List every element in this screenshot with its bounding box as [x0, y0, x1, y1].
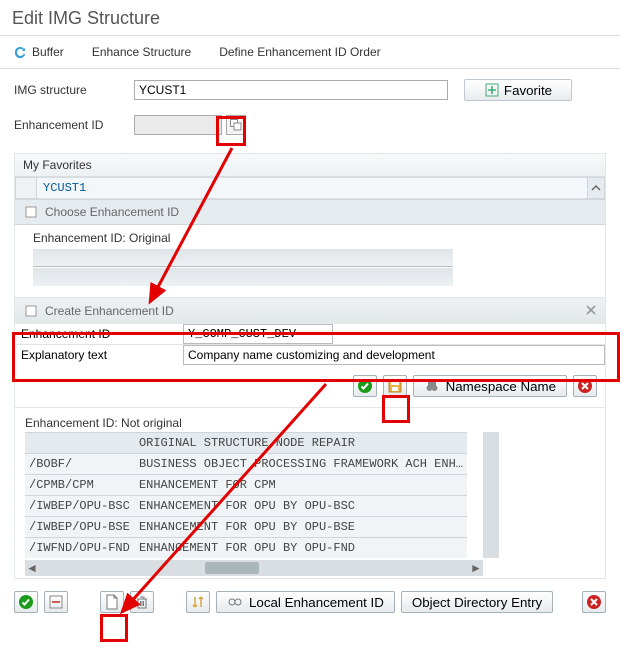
define-enh-order-label: Define Enhancement ID Order [219, 45, 380, 59]
buffer-label: Buffer [32, 45, 64, 59]
not-original-title: Enhancement ID: Not original [25, 416, 595, 430]
favorite-button-label: Favorite [504, 83, 552, 98]
confirm-button[interactable] [14, 591, 38, 613]
sort-button[interactable] [186, 591, 210, 613]
enhancement-id-valuehelp-button[interactable] [226, 115, 246, 135]
define-enh-order-button[interactable]: Define Enhancement ID Order [219, 45, 380, 59]
table-row[interactable]: /IWBEP/OPU-BSEENHANCEMENT FOR OPU BY OPU… [25, 517, 467, 538]
delete-button[interactable] [130, 591, 154, 613]
create-expl-label: Explanatory text [15, 345, 183, 365]
namespace-name-label: Namespace Name [446, 379, 556, 394]
save-button[interactable] [383, 375, 407, 397]
favorite-checkbox[interactable] [15, 177, 37, 199]
favorite-add-icon [484, 82, 500, 98]
valuehelp-icon [228, 117, 244, 133]
create-enh-title: Create Enhancement ID [45, 304, 174, 318]
favorite-expand-button[interactable] [587, 177, 605, 199]
main-toolbar: Buffer Enhance Structure Define Enhancem… [0, 38, 620, 66]
enhancement-id-input[interactable] [134, 115, 222, 135]
remove-favorite-button[interactable] [44, 591, 68, 613]
cancel-icon [577, 378, 593, 394]
accept-button[interactable] [353, 375, 377, 397]
object-directory-button[interactable]: Object Directory Entry [401, 591, 553, 613]
create-enh-dialog: Create Enhancement ID Enhancement ID Exp… [14, 297, 606, 408]
table-row[interactable]: /CPMB/CPMENHANCEMENT FOR CPM [25, 475, 467, 496]
refresh-icon [12, 44, 28, 60]
close-icon [585, 304, 597, 316]
cancel-icon [586, 594, 602, 610]
cancel-button[interactable] [573, 375, 597, 397]
save-icon [387, 378, 403, 394]
enh-original-section: Enhancement ID: Original [15, 225, 605, 297]
trash-icon [134, 594, 150, 610]
close-button[interactable] [582, 591, 606, 613]
horizontal-scrollbar[interactable]: ◄ ► [25, 560, 483, 576]
enhancement-id-label: Enhancement ID [14, 118, 134, 132]
document-icon [23, 204, 39, 220]
new-button[interactable] [100, 591, 124, 613]
img-structure-input[interactable] [134, 80, 448, 100]
table-row[interactable]: /BOBF/BUSINESS OBJECT PROCESSING FRAMEWO… [25, 454, 467, 475]
create-enh-id-label: Enhancement ID [15, 324, 183, 344]
favorite-button[interactable]: Favorite [464, 79, 572, 101]
table-row[interactable]: /IWFND/OPU-FNDENHANCEMENT FOR OPU BY OPU… [25, 538, 467, 559]
object-directory-label: Object Directory Entry [412, 595, 542, 610]
favorite-remove-icon [48, 594, 64, 610]
table-row[interactable]: /IWBEP/OPU-BSCENHANCEMENT FOR OPU BY OPU… [25, 496, 467, 517]
img-structure-label: IMG structure [14, 83, 134, 97]
document-icon [23, 303, 39, 319]
create-expl-input[interactable] [183, 345, 605, 365]
local-enh-id-label: Local Enhancement ID [249, 595, 384, 610]
local-enh-id-button[interactable]: Local Enhancement ID [216, 591, 395, 613]
enhance-structure-label: Enhance Structure [92, 45, 191, 59]
not-original-table: ORIGINAL STRUCTURE NODE REPAIR /BOBF/BUS… [25, 432, 467, 558]
check-icon [18, 594, 34, 610]
favorite-item[interactable]: YCUST1 [37, 177, 587, 199]
my-favorites-header: My Favorites [15, 154, 605, 177]
close-dialog-button[interactable] [585, 304, 597, 319]
annotation-highlight [100, 614, 128, 642]
chevron-up-icon [591, 183, 601, 193]
enhance-structure-button[interactable]: Enhance Structure [92, 45, 191, 59]
check-icon [357, 378, 373, 394]
new-document-icon [104, 594, 120, 610]
enh-original-title: Enhancement ID: Original [33, 231, 587, 245]
namespace-name-button[interactable]: Namespace Name [413, 375, 567, 397]
bottom-toolbar: Local Enhancement ID Object Directory En… [0, 579, 620, 613]
buffer-button[interactable]: Buffer [12, 44, 64, 60]
binoculars-icon [424, 378, 440, 394]
choose-enhancement-header: Choose Enhancement ID [15, 199, 605, 225]
sort-icon [190, 594, 206, 610]
glasses-icon [227, 594, 243, 610]
table-row[interactable]: ORIGINAL STRUCTURE NODE REPAIR [25, 433, 467, 454]
create-enh-id-input[interactable] [183, 324, 333, 344]
page-title: Edit IMG Structure [0, 0, 620, 33]
vertical-scrollbar[interactable] [483, 432, 499, 558]
